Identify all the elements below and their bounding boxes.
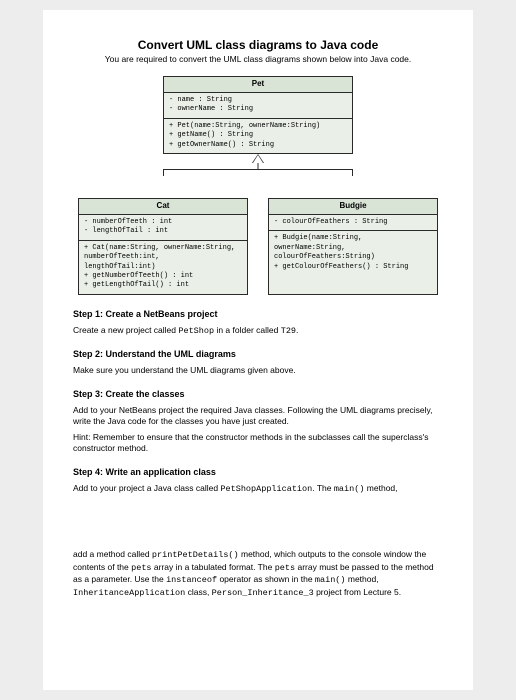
text: in a folder called [214, 325, 281, 335]
uml-connector [78, 154, 438, 176]
uml-method: + getLengthOfTail() : int [84, 281, 242, 290]
uml-class-budgie: Budgie - colourOfFeathers : String + Bud… [268, 198, 438, 295]
uml-method: + getNumberOfTeeth() : int [84, 272, 242, 281]
paragraph: Make sure you understand the UML diagram… [73, 365, 443, 376]
uml-method: + getColourOfFeathers() : String [274, 263, 432, 272]
uml-attributes: - numberOfTeeth : int - lengthOfTail : i… [79, 215, 247, 241]
uml-attributes: - colourOfFeathers : String [269, 215, 437, 231]
code-text: PetShop [178, 326, 214, 336]
paragraph: add a method called printPetDetails() me… [73, 549, 443, 599]
uml-diagram: Pet - name : String - ownerName : String… [73, 76, 443, 295]
uml-attr: - numberOfTeeth : int [84, 218, 242, 227]
spacer [73, 499, 443, 549]
step-heading: Step 1: Create a NetBeans project [73, 309, 443, 319]
uml-method: + getName() : String [169, 131, 347, 140]
page-title: Convert UML class diagrams to Java code [73, 38, 443, 52]
text: project from Lecture 5. [314, 587, 401, 597]
uml-attr: - ownerName : String [169, 105, 347, 114]
uml-subclasses-row: Cat - numberOfTeeth : int - lengthOfTail… [78, 198, 438, 295]
code-text: PetShopApplication [220, 484, 312, 494]
text: Add to your project a Java class called [73, 483, 220, 493]
paragraph: Hint: Remember to ensure that the constr… [73, 432, 443, 455]
code-text: pets [131, 563, 151, 573]
uml-method: + Pet(name:String, ownerName:String) [169, 122, 347, 131]
code-text: InheritanceApplication [73, 588, 185, 598]
text: method, [346, 574, 379, 584]
paragraph: Add to your NetBeans project the require… [73, 405, 443, 428]
uml-class-title: Pet [164, 77, 352, 93]
uml-methods: + Budgie(name:String, ownerName:String, … [269, 231, 437, 275]
connector-line [163, 169, 353, 170]
code-text: main() [334, 484, 365, 494]
paragraph: Create a new project called PetShop in a… [73, 325, 443, 337]
uml-method: ownerName:String, [274, 244, 432, 253]
uml-method: + Cat(name:String, ownerName:String, [84, 244, 242, 253]
uml-method: colourOfFeathers:String) [274, 253, 432, 262]
code-text: main() [315, 575, 346, 585]
code-text: pets [275, 563, 295, 573]
connector-line [163, 169, 164, 176]
uml-class-title: Budgie [269, 199, 437, 215]
text: method, [364, 483, 397, 493]
text: class, [185, 587, 211, 597]
code-text: printPetDetails() [152, 550, 239, 560]
uml-class-title: Cat [79, 199, 247, 215]
uml-class-cat: Cat - numberOfTeeth : int - lengthOfTail… [78, 198, 248, 295]
uml-attr: - colourOfFeathers : String [274, 218, 432, 227]
text: array in a tabulated format. The [152, 562, 275, 572]
uml-class-pet: Pet - name : String - ownerName : String… [163, 76, 353, 154]
text: operator as shown in the [217, 574, 315, 584]
text: . The [312, 483, 334, 493]
document-page: Convert UML class diagrams to Java code … [43, 10, 473, 690]
text: add a method called [73, 549, 152, 559]
uml-method: lengthOfTail:int) [84, 263, 242, 272]
code-text: instanceof [166, 575, 217, 585]
paragraph: Add to your project a Java class called … [73, 483, 443, 495]
uml-attr: - name : String [169, 96, 347, 105]
uml-method: numberOfTeeth:int, [84, 253, 242, 262]
uml-attributes: - name : String - ownerName : String [164, 93, 352, 119]
code-text: T29 [281, 326, 296, 336]
step-heading: Step 4: Write an application class [73, 467, 443, 477]
uml-method: + getOwnerName() : String [169, 141, 347, 150]
uml-methods: + Cat(name:String, ownerName:String, num… [79, 241, 247, 294]
text: . [296, 325, 298, 335]
connector-line [352, 169, 353, 176]
uml-attr: - lengthOfTail : int [84, 227, 242, 236]
code-text: Person_Inheritance_3 [212, 588, 314, 598]
text: Create a new project called [73, 325, 178, 335]
uml-method: + Budgie(name:String, [274, 234, 432, 243]
uml-methods: + Pet(name:String, ownerName:String) + g… [164, 119, 352, 153]
step-heading: Step 3: Create the classes [73, 389, 443, 399]
inheritance-arrow-icon [252, 154, 264, 163]
intro-text: You are required to convert the UML clas… [73, 54, 443, 64]
step-heading: Step 2: Understand the UML diagrams [73, 349, 443, 359]
